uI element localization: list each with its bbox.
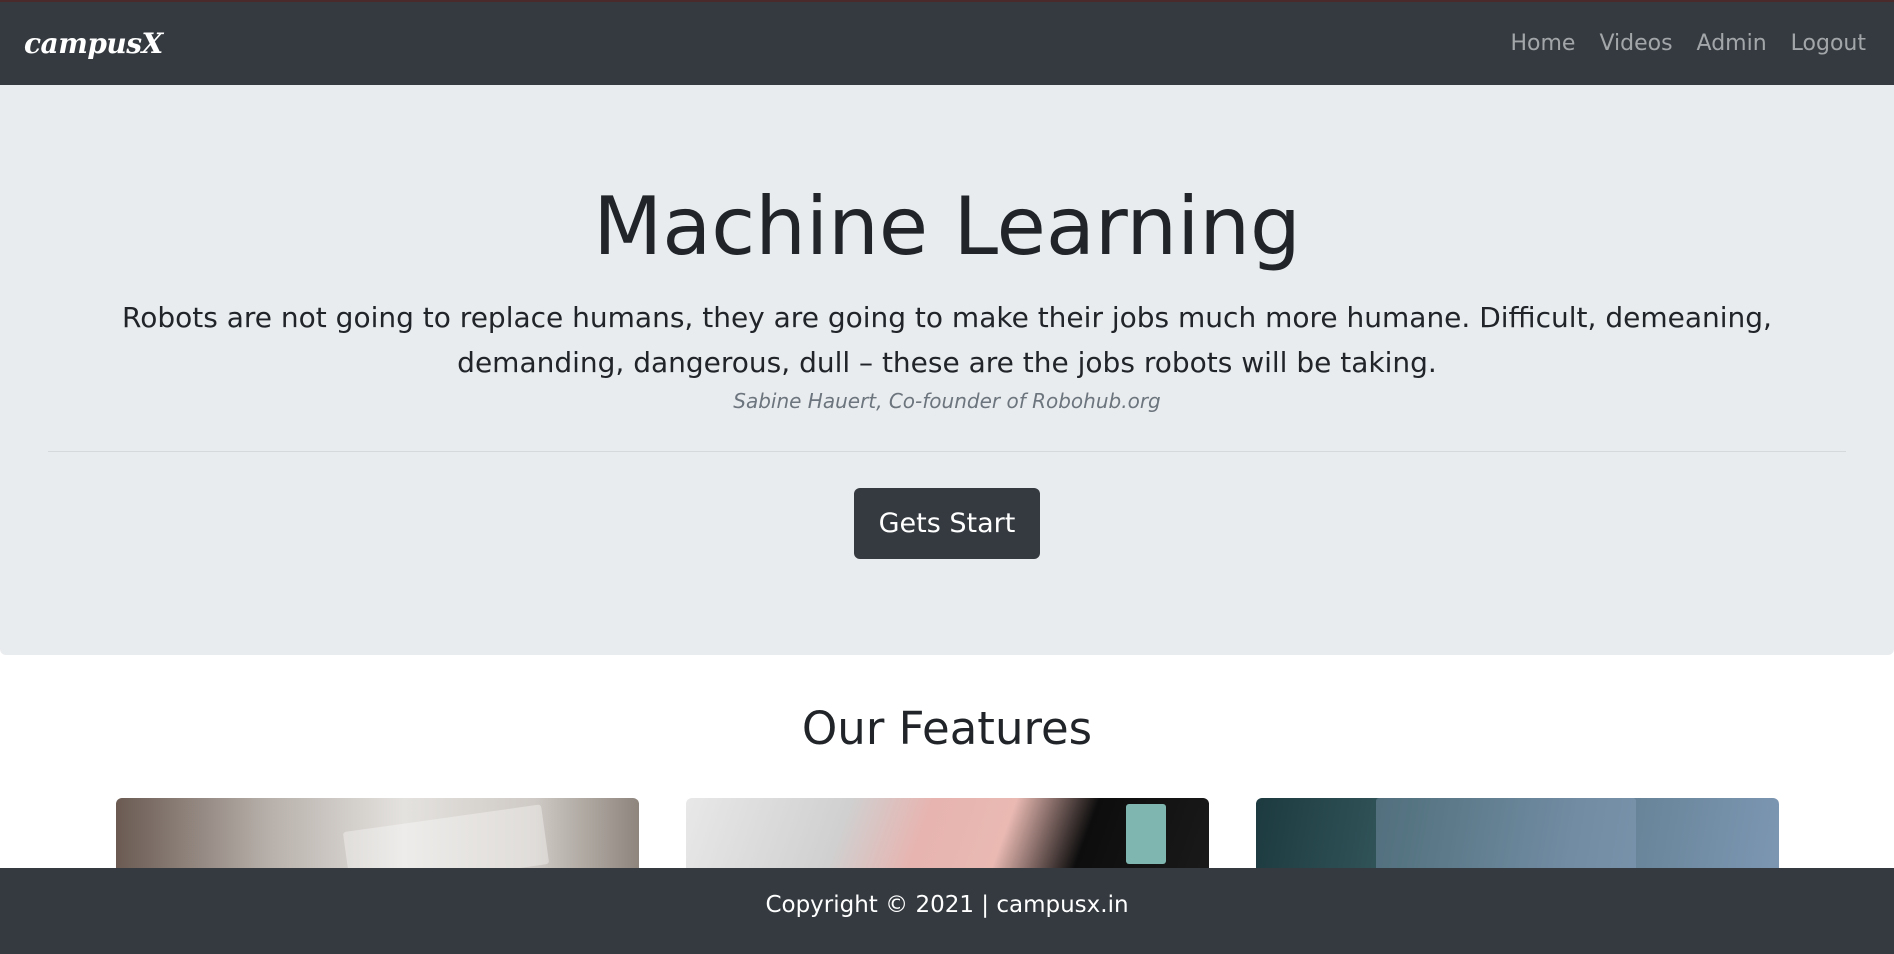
nav-links: Home Videos Admin Logout bbox=[1498, 31, 1866, 56]
brand-logo[interactable]: campusX bbox=[24, 27, 163, 60]
footer: Copyright © 2021 | campusx.in bbox=[0, 868, 1894, 954]
card-image-detail bbox=[1126, 804, 1166, 864]
card-image-detail bbox=[342, 804, 550, 878]
nav-link-home[interactable]: Home bbox=[1498, 31, 1587, 56]
nav-link-videos[interactable]: Videos bbox=[1587, 31, 1684, 56]
navbar: campusX Home Videos Admin Logout bbox=[0, 0, 1894, 85]
nav-link-admin[interactable]: Admin bbox=[1685, 31, 1779, 56]
hero-title: Machine Learning bbox=[593, 180, 1301, 273]
hero-quote: Robots are not going to replace humans, … bbox=[122, 301, 1772, 379]
feature-card-image-1[interactable] bbox=[116, 798, 639, 878]
hero-quote-author: Sabine Hauert, Co-founder of Robohub.org bbox=[733, 389, 1161, 413]
feature-card-image-2[interactable] bbox=[686, 798, 1209, 878]
card-image-detail bbox=[1376, 798, 1636, 878]
hero-jumbotron: Machine Learning Robots are not going to… bbox=[0, 85, 1894, 655]
features-title: Our Features bbox=[801, 702, 1093, 755]
feature-card-image-3[interactable] bbox=[1256, 798, 1779, 878]
nav-link-logout[interactable]: Logout bbox=[1779, 31, 1866, 56]
page: campusX Home Videos Admin Logout Machine… bbox=[0, 0, 1894, 954]
hero-divider bbox=[48, 451, 1846, 452]
footer-copyright: Copyright © 2021 | campusx.in bbox=[765, 892, 1129, 918]
get-started-button[interactable]: Gets Start bbox=[854, 488, 1040, 559]
